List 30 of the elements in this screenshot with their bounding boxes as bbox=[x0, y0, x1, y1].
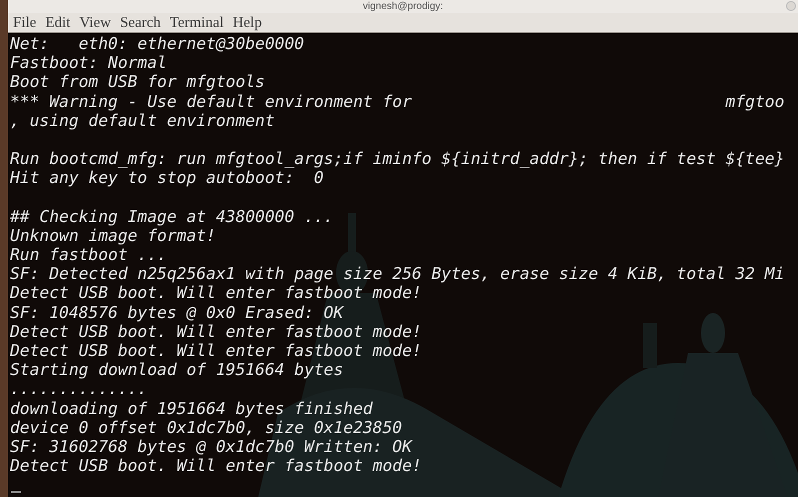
menu-item[interactable]: Search bbox=[120, 14, 161, 32]
terminal-line: Net: eth0: ethernet@30be0000 bbox=[10, 34, 304, 53]
terminal-line: .............. bbox=[10, 379, 148, 398]
menu-item[interactable]: View bbox=[79, 14, 111, 32]
terminal-line: Run bootcmd_mfg: run mfgtool_args;if iminfo ${initrd_addr}; then if test ${tee} bbox=[10, 148, 784, 168]
terminal-line: Detect USB boot. Will enter fastboot mode! bbox=[10, 322, 422, 341]
terminal-line: ## Checking Image at 43800000 ... bbox=[10, 206, 334, 226]
menu-item[interactable]: Help bbox=[232, 14, 262, 32]
terminal-line: SF: Detected n25q256ax1 with page size 256 Bytes, erase size 4 KiB, total 32 Mi bbox=[10, 264, 784, 284]
menu-item[interactable]: Terminal bbox=[170, 14, 224, 32]
menu-item[interactable]: Edit bbox=[45, 14, 70, 32]
terminal-line: Hit any key to stop autoboot: 0 bbox=[10, 168, 324, 188]
terminal-line: Fastboot: Normal bbox=[10, 53, 167, 72]
terminal-line: Boot from USB for mfgtools bbox=[10, 72, 265, 92]
terminal-line: Detect USB boot. Will enter fastboot mode! bbox=[10, 456, 422, 476]
terminal-line: SF: 1048576 bytes @ 0x0 Erased: OK bbox=[10, 302, 344, 322]
terminal-line: SF: 31602768 bytes @ 0x1dc7b0 Written: OK bbox=[10, 436, 412, 456]
terminal-line: device 0 offset 0x1dc7b0, size 0x1e23850 bbox=[10, 418, 402, 437]
window-control-icon[interactable] bbox=[786, 1, 796, 11]
terminal-line: Detect USB boot. Will enter fastboot mode! bbox=[10, 341, 422, 360]
terminal-line: , using default environment bbox=[10, 110, 275, 130]
terminal-line: downloading of 1951664 bytes finished bbox=[10, 398, 373, 418]
cursor bbox=[11, 491, 21, 493]
terminal-line: *** Warning - Use default environment for mfgtoo bbox=[10, 92, 784, 111]
terminal-line: Run fastboot ... bbox=[10, 245, 167, 264]
menu-item[interactable]: File bbox=[13, 14, 36, 32]
terminal-line: Unknown image format! bbox=[10, 226, 216, 245]
terminal-line: Detect USB boot. Will enter fastboot mode! bbox=[10, 283, 422, 302]
terminal-line: Starting download of 1951664 bytes bbox=[10, 360, 344, 380]
window-title: vignesh@prodigy: bbox=[362, 0, 444, 12]
